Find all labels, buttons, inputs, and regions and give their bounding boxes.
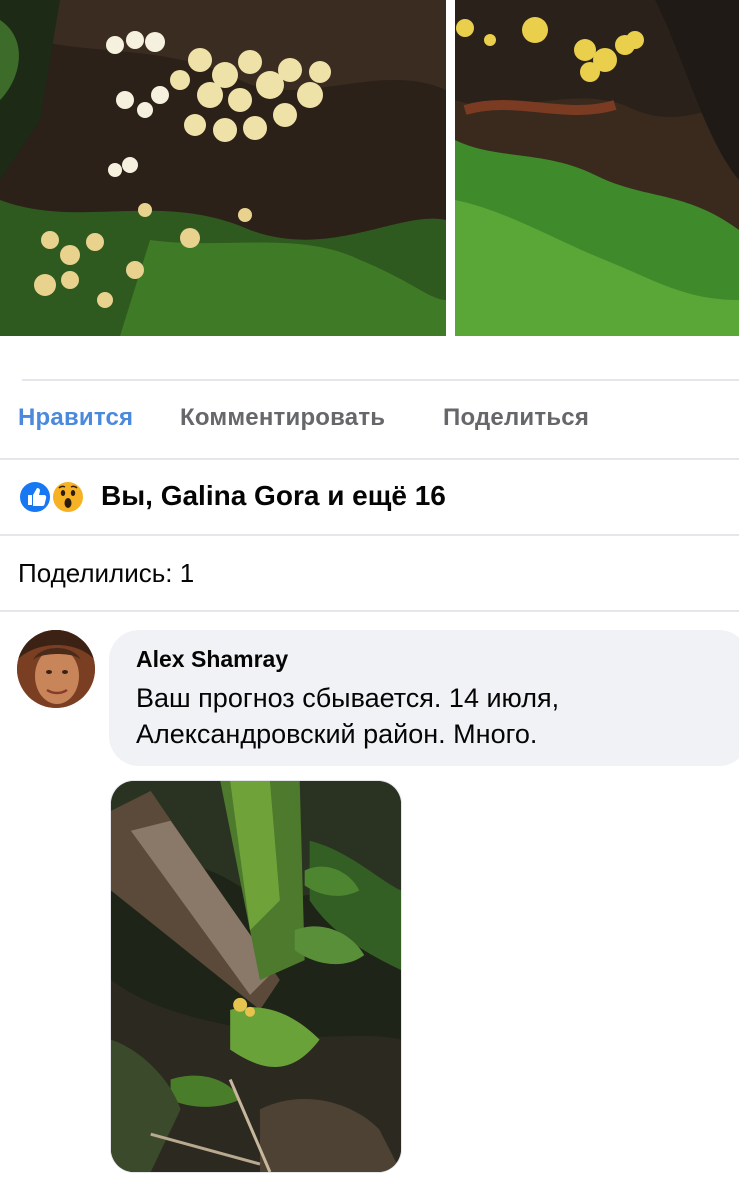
comment-attachment-photo[interactable]	[110, 780, 402, 1173]
comment-bubble: Alex Shamray Ваш прогноз сбывается. 14 и…	[109, 630, 739, 766]
comment-button[interactable]: Комментировать	[180, 404, 385, 432]
divider	[22, 379, 739, 381]
avatar[interactable]	[17, 630, 95, 708]
post-action-bar: Нравится Комментировать Поделиться	[0, 382, 739, 458]
post-photo-2[interactable]	[455, 0, 739, 336]
share-button[interactable]: Поделиться	[443, 404, 589, 432]
comment-text-line: Ваш прогноз сбывается. 14 июля,	[136, 683, 560, 713]
like-button[interactable]: Нравится	[18, 404, 133, 432]
shares-text: Поделились: 1	[18, 558, 195, 588]
comment-author[interactable]: Alex Shamray	[136, 646, 288, 673]
reactions-text: Вы, Galina Gora и ещё 16	[101, 480, 446, 511]
like-icon	[18, 480, 52, 514]
post-photo-1[interactable]	[0, 0, 446, 336]
comment-text-line: Александровский район. Много.	[136, 719, 538, 749]
divider	[0, 610, 739, 612]
comment-text: Ваш прогноз сбывается. 14 июля, Александ…	[136, 680, 696, 752]
shares-count[interactable]: Поделились: 1	[0, 536, 739, 611]
wow-icon	[51, 480, 85, 514]
post-photo-grid	[0, 0, 739, 336]
reactions-summary[interactable]: Вы, Galina Gora и ещё 16	[0, 460, 739, 535]
